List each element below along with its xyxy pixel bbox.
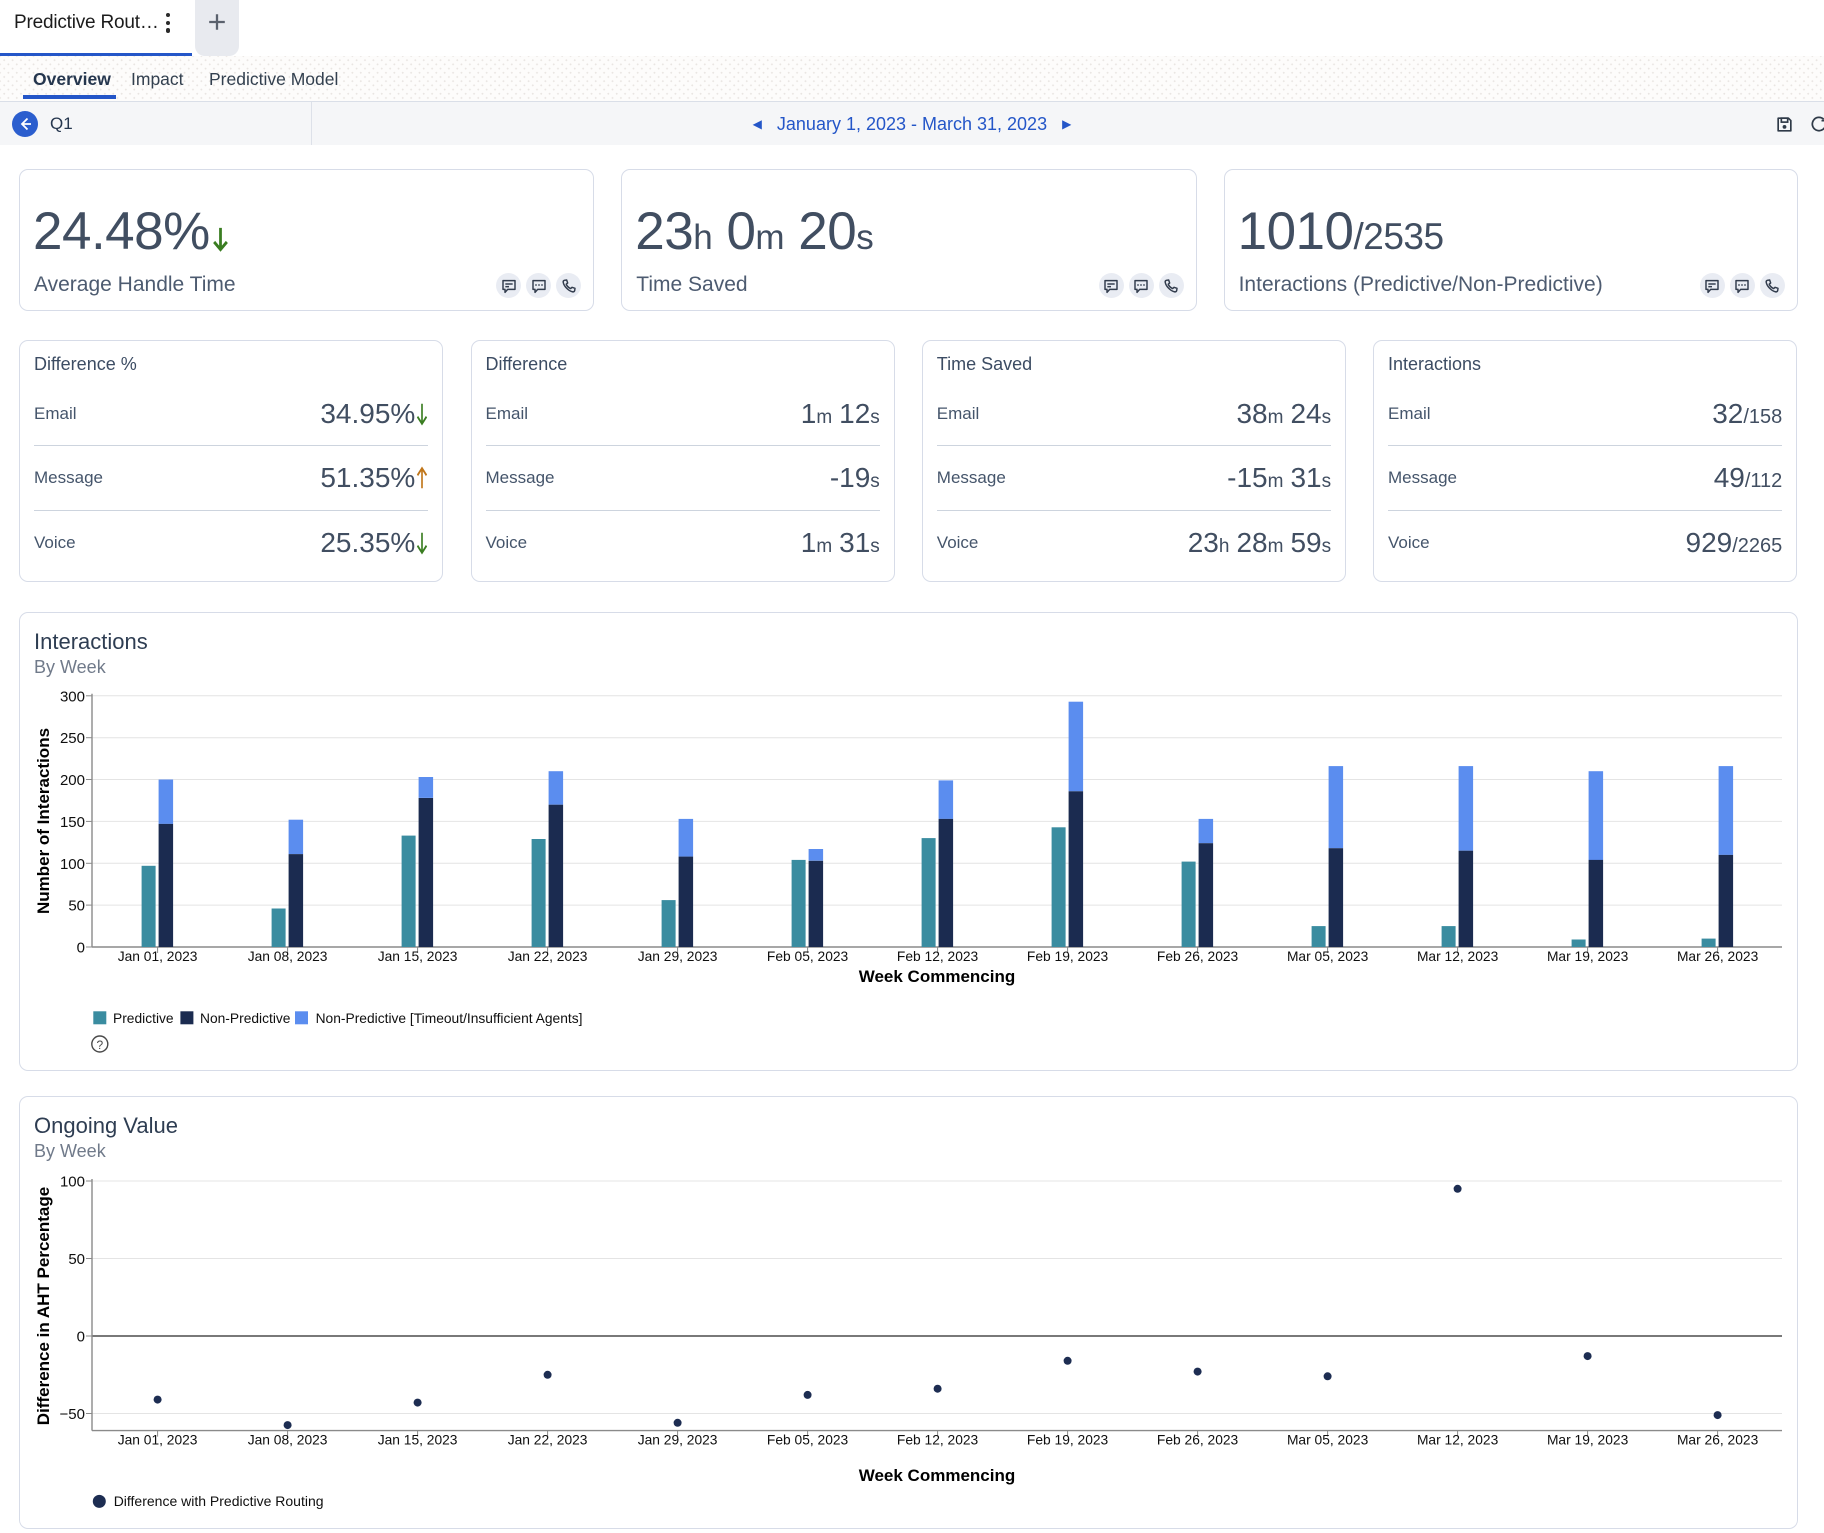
svg-text:Feb 05, 2023: Feb 05, 2023 [767,949,849,964]
svg-text:Feb 12, 2023: Feb 12, 2023 [897,1433,979,1448]
svg-text:Mar 12, 2023: Mar 12, 2023 [1417,1433,1499,1448]
svg-text:Jan 29, 2023: Jan 29, 2023 [638,1433,718,1448]
svg-text:50: 50 [68,898,85,915]
svg-text:Feb 12, 2023: Feb 12, 2023 [897,949,979,964]
svg-text:Jan 29, 2023: Jan 29, 2023 [638,949,718,964]
svg-text:300: 300 [60,688,85,705]
svg-text:Week Commencing: Week Commencing [859,967,1016,986]
svg-text:Mar 05, 2023: Mar 05, 2023 [1287,949,1369,964]
svg-text:150: 150 [60,814,85,831]
svg-text:Feb 26, 2023: Feb 26, 2023 [1157,1433,1239,1448]
svg-text:Jan 15, 2023: Jan 15, 2023 [378,949,458,964]
svg-text:250: 250 [60,730,85,747]
svg-text:Difference with Predictive Rou: Difference with Predictive Routing [114,1493,324,1509]
svg-text:Feb 05, 2023: Feb 05, 2023 [767,1433,849,1448]
svg-text:0: 0 [77,940,85,957]
svg-text:Week Commencing: Week Commencing [859,1466,1016,1485]
svg-text:Feb 19, 2023: Feb 19, 2023 [1027,1433,1109,1448]
svg-text:Mar 12, 2023: Mar 12, 2023 [1417,949,1499,964]
svg-text:?: ? [96,1038,103,1052]
svg-text:Mar 26, 2023: Mar 26, 2023 [1677,949,1759,964]
svg-text:100: 100 [60,856,85,873]
svg-text:Jan 15, 2023: Jan 15, 2023 [378,1433,458,1448]
svg-text:Mar 26, 2023: Mar 26, 2023 [1677,1433,1759,1448]
svg-text:Mar 19, 2023: Mar 19, 2023 [1547,1433,1629,1448]
svg-text:Feb 19, 2023: Feb 19, 2023 [1027,949,1109,964]
svg-text:Jan 22, 2023: Jan 22, 2023 [508,949,588,964]
svg-text:0: 0 [77,1329,85,1346]
svg-text:Jan 01, 2023: Jan 01, 2023 [118,1433,198,1448]
svg-text:Feb 26, 2023: Feb 26, 2023 [1157,949,1239,964]
svg-text:Jan 08, 2023: Jan 08, 2023 [248,949,328,964]
svg-text:Non-Predictive: Non-Predictive [200,1011,291,1026]
svg-text:Non-Predictive [Timeout/Insuff: Non-Predictive [Timeout/Insufficient Age… [316,1011,583,1026]
svg-text:Jan 08, 2023: Jan 08, 2023 [248,1433,328,1448]
svg-text:Predictive: Predictive [113,1011,174,1026]
svg-text:200: 200 [60,772,85,789]
svg-text:Mar 19, 2023: Mar 19, 2023 [1547,949,1629,964]
svg-text:100: 100 [60,1174,85,1191]
svg-text:Number of Interactions: Number of Interactions [34,728,53,914]
svg-text:Mar 05, 2023: Mar 05, 2023 [1287,1433,1369,1448]
svg-text:Jan 01, 2023: Jan 01, 2023 [118,949,198,964]
svg-text:−50: −50 [60,1406,85,1423]
svg-text:Difference in AHT Percentage: Difference in AHT Percentage [34,1187,53,1425]
svg-text:Jan 22, 2023: Jan 22, 2023 [508,1433,588,1448]
svg-text:50: 50 [68,1251,85,1268]
